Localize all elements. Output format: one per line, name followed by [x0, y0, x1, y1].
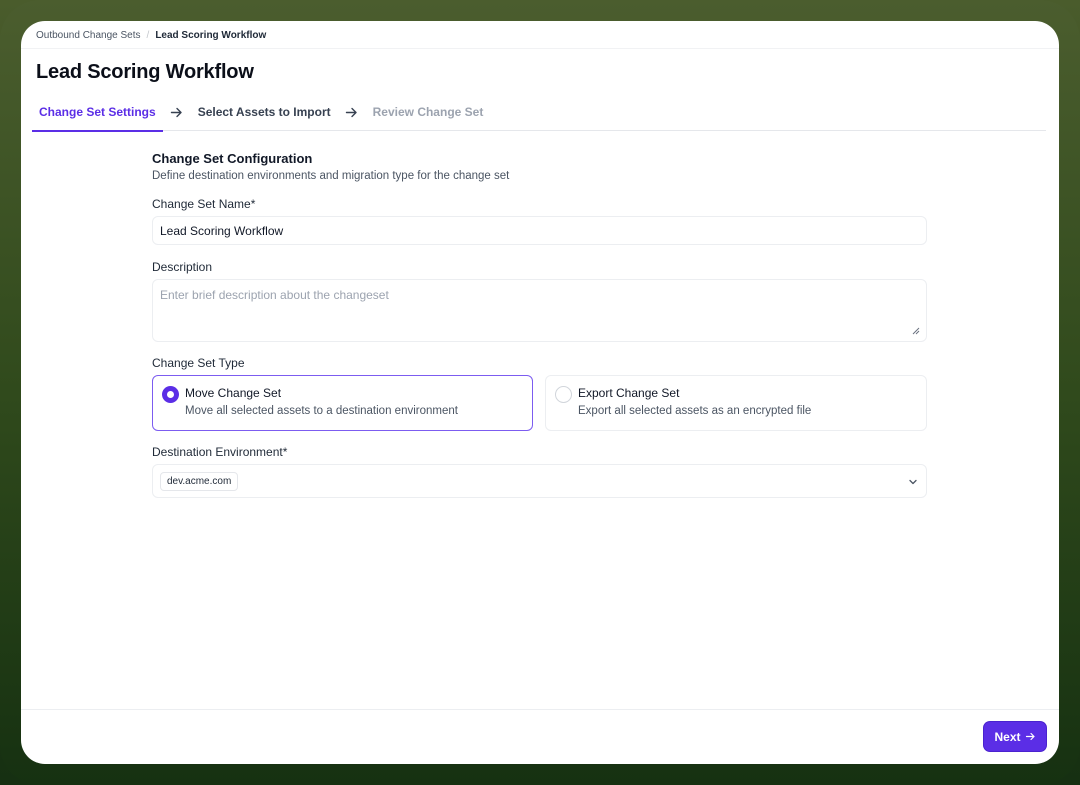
step-review-change-set: Review Change Set	[372, 105, 484, 119]
breadcrumb-separator: /	[146, 29, 150, 41]
description-textarea[interactable]: Enter brief description about the change…	[152, 279, 927, 342]
arrow-right-icon	[1025, 732, 1035, 741]
chevron-down-icon[interactable]	[908, 477, 918, 487]
breadcrumb-current: Lead Scoring Workflow	[155, 29, 267, 41]
name-label: Change Set Name*	[152, 197, 256, 211]
breadcrumb-parent-link[interactable]: Outbound Change Sets	[36, 30, 141, 41]
destination-label: Destination Environment*	[152, 445, 288, 459]
radio-card-move[interactable]: Move Change Set Move all selected assets…	[152, 375, 533, 431]
breadcrumb: Outbound Change Sets / Lead Scoring Work…	[36, 28, 266, 42]
radio-move[interactable]	[162, 386, 179, 403]
stepper: Change Set Settings Select Assets to Imp…	[32, 97, 1046, 132]
next-button[interactable]: Next	[984, 722, 1046, 751]
step-change-set-settings[interactable]: Change Set Settings	[32, 97, 163, 132]
arrow-right-icon	[338, 97, 366, 131]
radio-move-title: Move Change Set	[185, 386, 282, 400]
change-set-name-input[interactable]: Lead Scoring Workflow	[152, 216, 927, 245]
description-label: Description	[152, 260, 213, 274]
radio-export-title: Export Change Set	[578, 386, 680, 400]
radio-export-description: Export all selected assets as an encrypt…	[578, 405, 812, 417]
section-subtitle: Define destination environments and migr…	[152, 170, 510, 182]
change-set-name-value: Lead Scoring Workflow	[160, 223, 284, 238]
radio-move-description: Move all selected assets to a destinatio…	[185, 405, 458, 417]
destination-chip[interactable]: dev.acme.com	[160, 471, 239, 491]
resize-handle-icon[interactable]	[912, 327, 920, 335]
next-button-label: Next	[994, 729, 1021, 744]
header-divider	[21, 48, 1059, 49]
page-title: Lead Scoring Workflow	[36, 61, 254, 83]
description-placeholder: Enter brief description about the change…	[160, 288, 389, 302]
app-window: Outbound Change Sets / Lead Scoring Work…	[21, 21, 1059, 764]
radio-card-export[interactable]: Export Change Set Export all selected as…	[545, 375, 927, 431]
change-set-form: Change Set Configuration Define destinat…	[152, 151, 927, 498]
device-frame: Outbound Change Sets / Lead Scoring Work…	[0, 0, 1080, 785]
arrow-right-icon	[163, 97, 191, 131]
step-select-assets[interactable]: Select Assets to Import	[191, 97, 338, 131]
footer-divider	[21, 709, 1059, 710]
type-label: Change Set Type	[152, 356, 245, 370]
destination-environment-select[interactable]: dev.acme.com	[152, 464, 927, 498]
radio-export[interactable]	[555, 386, 572, 403]
change-set-type-group: Move Change Set Move all selected assets…	[152, 375, 927, 431]
section-title: Change Set Configuration	[152, 151, 313, 166]
